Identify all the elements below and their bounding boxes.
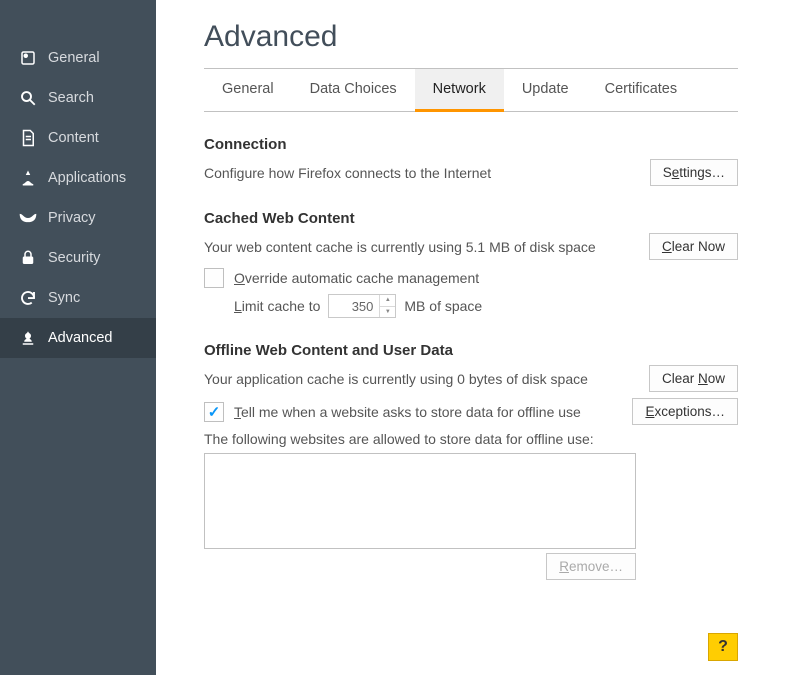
tell-me-label: Tell me when a website asks to store dat… [234, 404, 581, 420]
sidebar-item-general[interactable]: General [0, 38, 156, 78]
tab-certificates[interactable]: Certificates [587, 69, 696, 112]
tab-data-choices[interactable]: Data Choices [292, 69, 415, 112]
tell-me-checkbox[interactable] [204, 402, 224, 422]
cache-desc: Your web content cache is currently usin… [204, 239, 596, 255]
help-button[interactable]: ? [708, 633, 738, 661]
cache-limit-down[interactable]: ▼ [380, 307, 395, 318]
sidebar-item-label: Security [48, 250, 100, 266]
search-icon [18, 88, 38, 108]
cache-title: Cached Web Content [204, 210, 738, 227]
sidebar-item-label: Sync [48, 290, 80, 306]
cache-limit-input[interactable] [329, 295, 379, 317]
lock-icon [18, 248, 38, 268]
sidebar: General Search Content Applications Priv… [0, 0, 156, 675]
connection-desc: Configure how Firefox connects to the In… [204, 165, 491, 181]
sidebar-item-label: Applications [48, 170, 126, 186]
sidebar-item-label: Advanced [48, 330, 113, 346]
offline-desc: Your application cache is currently usin… [204, 371, 588, 387]
main-content: Advanced General Data Choices Network Up… [156, 0, 786, 675]
settings-button[interactable]: Settings… [650, 159, 738, 186]
sidebar-item-content[interactable]: Content [0, 118, 156, 158]
remove-button[interactable]: Remove… [546, 553, 636, 580]
exceptions-button[interactable]: Exceptions… [632, 398, 738, 425]
sync-icon [18, 288, 38, 308]
cache-limit-up[interactable]: ▲ [380, 295, 395, 307]
applications-icon [18, 168, 38, 188]
connection-title: Connection [204, 136, 738, 153]
cache-section: Cached Web Content Your web content cach… [204, 210, 738, 318]
sidebar-item-label: General [48, 50, 100, 66]
cache-limit-unit: MB of space [404, 298, 482, 314]
offline-title: Offline Web Content and User Data [204, 342, 738, 359]
advanced-icon [18, 328, 38, 348]
sidebar-item-sync[interactable]: Sync [0, 278, 156, 318]
tabs: General Data Choices Network Update Cert… [204, 68, 738, 112]
connection-section: Connection Configure how Firefox connect… [204, 136, 738, 186]
offline-section: Offline Web Content and User Data Your a… [204, 342, 738, 580]
content-icon [18, 128, 38, 148]
privacy-icon [18, 208, 38, 228]
allowed-sites-listbox[interactable] [204, 453, 636, 549]
limit-cache-label: Limit cache to [234, 298, 320, 314]
override-cache-checkbox[interactable] [204, 268, 224, 288]
sidebar-item-search[interactable]: Search [0, 78, 156, 118]
sidebar-item-label: Content [48, 130, 99, 146]
sidebar-item-security[interactable]: Security [0, 238, 156, 278]
cache-limit-spinbox: ▲ ▼ [328, 294, 396, 318]
sidebar-item-advanced[interactable]: Advanced [0, 318, 156, 358]
override-cache-label: Override automatic cache management [234, 270, 479, 286]
clear-offline-button[interactable]: Clear Now [649, 365, 738, 392]
sidebar-item-label: Search [48, 90, 94, 106]
allowed-sites-label: The following websites are allowed to st… [204, 431, 738, 447]
sidebar-item-privacy[interactable]: Privacy [0, 198, 156, 238]
page-title: Advanced [204, 20, 738, 54]
clear-cache-button[interactable]: Clear Now [649, 233, 738, 260]
tab-update[interactable]: Update [504, 69, 587, 112]
tab-network[interactable]: Network [415, 69, 504, 112]
sidebar-item-label: Privacy [48, 210, 96, 226]
general-icon [18, 48, 38, 68]
tab-general[interactable]: General [204, 69, 292, 112]
sidebar-item-applications[interactable]: Applications [0, 158, 156, 198]
